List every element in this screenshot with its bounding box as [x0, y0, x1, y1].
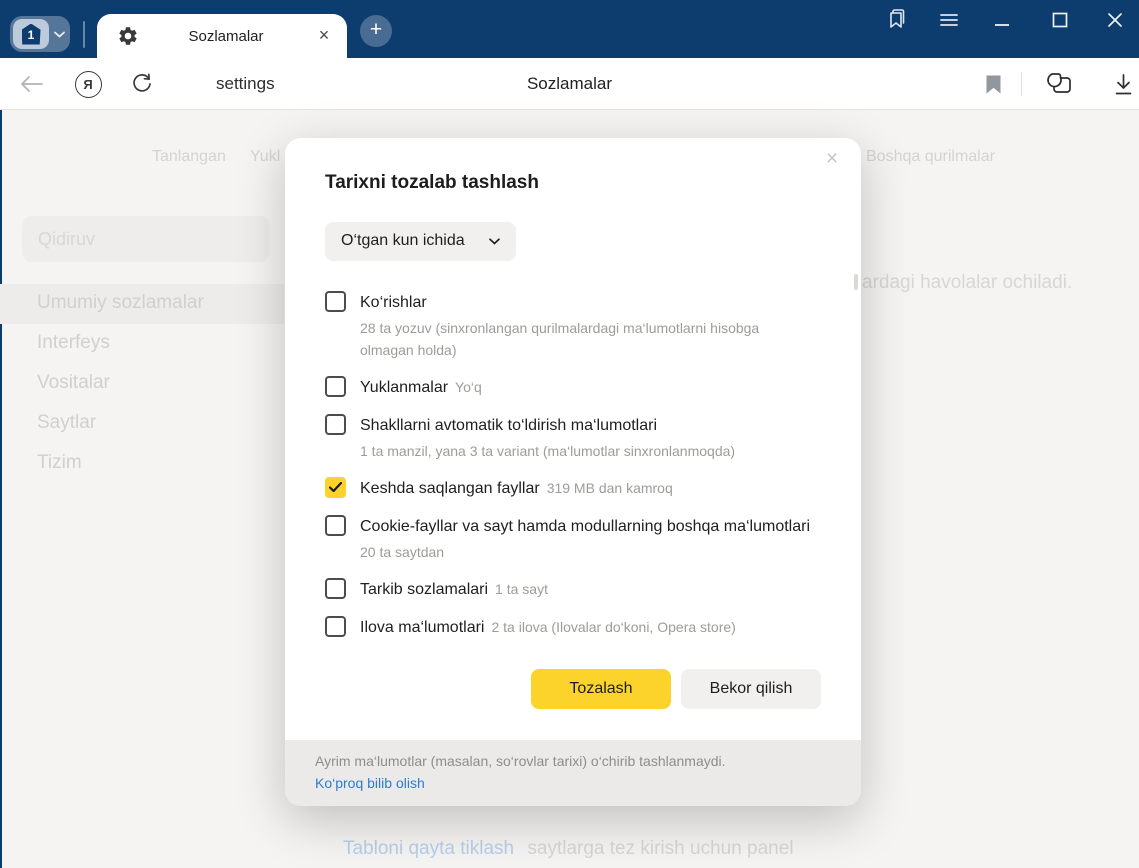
- clear-item-detail: 2 ta ilova (Ilovalar do‘koni, Opera stor…: [491, 619, 736, 635]
- footer-note: Ayrim ma‘lumotlar (masalan, so‘rovlar ta…: [315, 753, 726, 769]
- address-input[interactable]: settings: [216, 58, 275, 110]
- back-icon[interactable]: [16, 58, 46, 110]
- dialog-title: Tarixni tozalab tashlash: [325, 172, 539, 193]
- toolbar-divider: [1021, 72, 1022, 96]
- tab-title: Sozlamalar: [188, 27, 264, 45]
- clear-history-dialog: × Tarixni tozalab tashlash O‘tgan kun ic…: [285, 138, 861, 806]
- clear-item-shakllar[interactable]: Shakllarni avtomatik to‘ldirish ma‘lumot…: [325, 414, 821, 462]
- settings-partial-text: ardagi havolalar ochiladi.: [862, 272, 1073, 293]
- clear-item-label: Ko‘rishlar: [360, 294, 427, 311]
- tab-count-badge: 1: [21, 23, 41, 45]
- clear-items-list: Ko‘rishlar 28 ta yozuv (sinxronlangan qu…: [325, 291, 821, 639]
- yandex-letter: Я: [83, 76, 93, 92]
- bookmark-icon[interactable]: [978, 58, 1008, 110]
- checkbox[interactable]: [325, 291, 346, 312]
- clear-item-subtext: 20 ta saytdan: [360, 544, 445, 560]
- dialog-footer: Ayrim ma‘lumotlar (masalan, so‘rovlar ta…: [285, 740, 861, 806]
- settings-top-tab-boshqa-qurilmalar[interactable]: Boshqa qurilmalar: [866, 148, 995, 166]
- clear-button[interactable]: Tozalash: [531, 669, 671, 709]
- cancel-button[interactable]: Bekor qilish: [681, 669, 821, 709]
- checkbox[interactable]: [325, 376, 346, 397]
- bookmark-panels-icon[interactable]: [882, 6, 910, 34]
- sidebar-item-vositalar[interactable]: Vositalar: [37, 372, 110, 394]
- browser-window: 1 Sozlamalar × + Я settings Sozlamalar T…: [0, 0, 1139, 868]
- gear-icon: [119, 27, 137, 45]
- reset-tableau-link[interactable]: Tabloni qayta tiklash: [343, 838, 514, 859]
- clear-item-cookie[interactable]: Cookie-fayllar va sayt hamda modullarnin…: [325, 515, 821, 563]
- checkbox[interactable]: [325, 414, 346, 435]
- tab-close-icon[interactable]: ×: [313, 25, 335, 47]
- dialog-buttons: Tozalash Bekor qilish: [325, 669, 821, 709]
- clear-item-subtext: 28 ta yozuv (sinxronlangan qurilmalardag…: [360, 320, 760, 358]
- clear-item-detail: 1 ta sayt: [495, 581, 548, 597]
- reset-tableau-description: saytlarga tez kirish uchun panel: [527, 838, 794, 859]
- chevron-down-icon: [488, 237, 500, 245]
- tab-strip: 1 Sozlamalar × +: [0, 0, 1139, 58]
- settings-search-input[interactable]: Qidiruv: [22, 216, 270, 262]
- sidebar-item-tizim[interactable]: Tizim: [37, 452, 82, 474]
- clear-item-detail: 319 MB dan kamroq: [546, 480, 673, 496]
- yandex-logo-icon[interactable]: Я: [72, 58, 104, 110]
- dialog-scrollbar-thumb[interactable]: [854, 274, 858, 290]
- checkbox[interactable]: [325, 515, 346, 536]
- settings-top-tab-tanlangan[interactable]: Tanlangan: [152, 148, 226, 166]
- new-tab-button[interactable]: +: [360, 15, 392, 47]
- sidebar-item-umumiy-sozlamalar[interactable]: Umumiy sozlamalar: [37, 292, 204, 314]
- clear-item-label: Tarkib sozlamalari: [360, 581, 489, 598]
- checkbox[interactable]: [325, 477, 346, 498]
- dialog-close-icon[interactable]: ×: [819, 146, 845, 172]
- reload-icon[interactable]: [126, 58, 158, 110]
- menu-icon[interactable]: [935, 6, 963, 34]
- address-toolbar: Я Y settings Sozlamalar: [0, 58, 1139, 157]
- window-edge: [0, 110, 2, 868]
- clear-item-korishlar[interactable]: Ko‘rishlar 28 ta yozuv (sinxronlangan qu…: [325, 291, 821, 361]
- download-icon[interactable]: [1106, 58, 1139, 110]
- clear-item-label: Yuklanmalar: [360, 379, 449, 396]
- minimize-icon[interactable]: [988, 6, 1016, 34]
- clear-item-label: Ilova ma‘lumotlari: [360, 619, 485, 636]
- clear-item-yuklanmalar[interactable]: Yuklanmalar Yo‘q: [325, 376, 821, 399]
- tab-sozlamalar[interactable]: Sozlamalar ×: [97, 14, 347, 58]
- clear-item-ilova[interactable]: Ilova ma‘lumotlari 2 ta ilova (Ilovalar d…: [325, 616, 821, 639]
- settings-bottom-row: Tabloni qayta tiklash saytlarga tez kiri…: [343, 838, 794, 860]
- sidebar-item-interfeys[interactable]: Interfeys: [37, 332, 110, 354]
- clear-item-tarkib[interactable]: Tarkib sozlamalari 1 ta sayt: [325, 578, 821, 601]
- collections-icon[interactable]: [1040, 58, 1076, 110]
- clear-item-label: Cookie-fayllar va sayt hamda modullarnin…: [360, 518, 810, 535]
- sidebar-item-saytlar[interactable]: Saytlar: [37, 412, 96, 434]
- window-close-icon[interactable]: [1101, 6, 1129, 34]
- tab-counter-button[interactable]: 1: [10, 16, 70, 52]
- clear-item-detail: Yo‘q: [455, 379, 482, 395]
- checkbox[interactable]: [325, 616, 346, 637]
- checkbox[interactable]: [325, 578, 346, 599]
- tab-counter-chip: 1: [13, 19, 49, 49]
- clear-item-subtext: 1 ta manzil, yana 3 ta variant (ma‘lumot…: [360, 443, 736, 459]
- chevron-down-icon[interactable]: [49, 31, 70, 38]
- clear-item-label: Keshda saqlangan fayllar: [360, 480, 540, 497]
- omnibox-page-title: Sozlamalar: [526, 74, 613, 93]
- clear-item-kesh[interactable]: Keshda saqlangan fayllar 319 MB dan kamro…: [325, 477, 821, 500]
- period-select[interactable]: O‘tgan kun ichida: [325, 222, 516, 261]
- tabstrip-divider: [83, 21, 85, 48]
- clear-item-label: Shakllarni avtomatik to‘ldirish ma‘lumot…: [360, 417, 657, 434]
- maximize-icon[interactable]: [1046, 6, 1074, 34]
- settings-top-tab-yuklanmalar[interactable]: Yukl: [250, 148, 280, 166]
- period-select-value: O‘tgan kun ichida: [341, 232, 465, 249]
- learn-more-link[interactable]: Ko‘proq bilib olish: [315, 775, 425, 791]
